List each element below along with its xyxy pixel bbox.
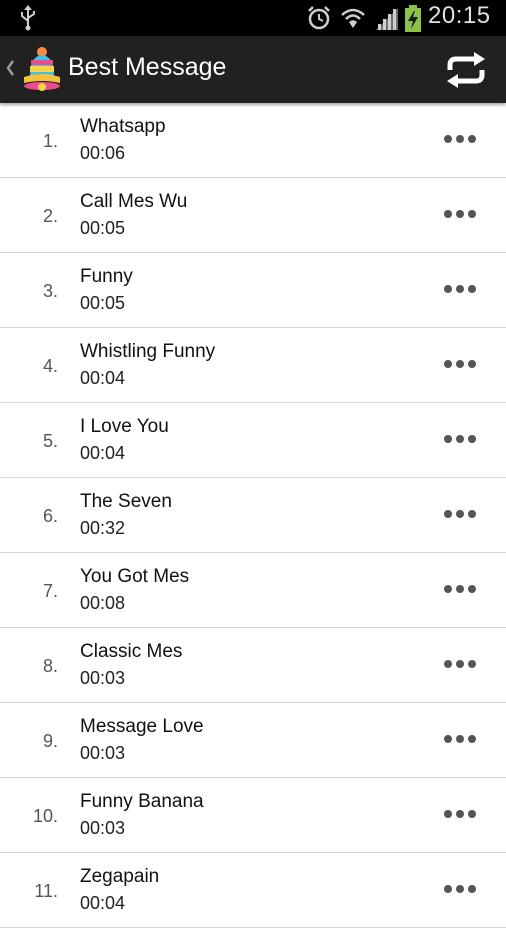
- ringtone-name: Classic Mes: [80, 641, 183, 662]
- wifi-icon: [340, 5, 366, 36]
- more-options-icon[interactable]: [440, 502, 480, 526]
- action-bar: Best Message: [0, 36, 506, 103]
- usb-icon: [18, 5, 38, 36]
- ringtone-name: You Got Mes: [80, 566, 190, 587]
- ringtone-name: Funny: [80, 266, 133, 287]
- signal-icon: [374, 6, 400, 35]
- item-number: 6.: [42, 506, 58, 526]
- ringtone-name: The Seven: [80, 491, 172, 512]
- more-options-icon[interactable]: [440, 727, 480, 751]
- ringtone-duration: 00:03: [80, 743, 126, 763]
- list-item[interactable]: 11. Zegapain 00:04: [0, 853, 506, 928]
- item-number: 4.: [42, 356, 58, 376]
- ringtone-list: 1. Whatsapp 00:06 2. Call Mes Wu 00:05 3. Funny…: [0, 103, 506, 928]
- ringtone-duration: 00:03: [80, 668, 126, 688]
- list-item[interactable]: 9. Message Love 00:03: [0, 703, 506, 778]
- ringtone-duration: 00:04: [80, 368, 126, 388]
- ringtone-duration: 00:04: [80, 893, 126, 913]
- ringtone-name: Funny Banana: [80, 791, 204, 812]
- more-options-icon[interactable]: [440, 577, 480, 601]
- status-bar: 20:15: [0, 0, 506, 36]
- more-options-icon[interactable]: [440, 802, 480, 826]
- ringtone-name: Call Mes Wu: [80, 191, 188, 212]
- app-title: Best Message: [68, 53, 227, 81]
- more-options-icon[interactable]: [440, 277, 480, 301]
- ringtone-duration: 00:03: [80, 818, 126, 838]
- list-item[interactable]: 5. I Love You 00:04: [0, 403, 506, 478]
- item-number: 10.: [32, 806, 58, 826]
- ringtone-name: Zegapain: [80, 866, 160, 887]
- list-item[interactable]: 8. Classic Mes 00:03: [0, 628, 506, 703]
- ringtone-duration: 00:06: [80, 143, 126, 163]
- refresh-icon[interactable]: [444, 50, 488, 95]
- list-item[interactable]: 2. Call Mes Wu 00:05: [0, 178, 506, 253]
- more-options-icon[interactable]: [440, 877, 480, 901]
- item-number: 8.: [42, 656, 58, 676]
- item-number: 7.: [42, 581, 58, 601]
- bell-icon[interactable]: [20, 46, 64, 97]
- clock: 20:15: [428, 2, 491, 29]
- up-caret-icon[interactable]: [5, 58, 15, 82]
- ringtone-duration: 00:05: [80, 293, 126, 313]
- list-item[interactable]: 4. Whistling Funny 00:04: [0, 328, 506, 403]
- list-item[interactable]: 7. You Got Mes 00:08: [0, 553, 506, 628]
- ringtone-name: Whatsapp: [80, 116, 166, 137]
- item-number: 3.: [42, 281, 58, 301]
- list-item[interactable]: 3. Funny 00:05: [0, 253, 506, 328]
- item-number: 9.: [42, 731, 58, 751]
- more-options-icon[interactable]: [440, 427, 480, 451]
- item-number: 1.: [42, 131, 58, 151]
- ringtone-duration: 00:04: [80, 443, 126, 463]
- list-item[interactable]: 10. Funny Banana 00:03: [0, 778, 506, 853]
- more-options-icon[interactable]: [440, 202, 480, 226]
- ringtone-name: I Love You: [80, 416, 169, 437]
- battery-charging-icon: [404, 5, 422, 38]
- ringtone-name: Whistling Funny: [80, 341, 216, 362]
- ringtone-duration: 00:32: [80, 518, 126, 538]
- ringtone-duration: 00:08: [80, 593, 126, 613]
- more-options-icon[interactable]: [440, 127, 480, 151]
- more-options-icon[interactable]: [440, 352, 480, 376]
- ringtone-duration: 00:05: [80, 218, 126, 238]
- alarm-icon: [306, 5, 332, 36]
- ringtone-name: Message Love: [80, 716, 204, 737]
- item-number: 2.: [42, 206, 58, 226]
- item-number: 11.: [34, 881, 58, 901]
- list-item[interactable]: 6. The Seven 00:32: [0, 478, 506, 553]
- more-options-icon[interactable]: [440, 652, 480, 676]
- item-number: 5.: [42, 431, 58, 451]
- list-item[interactable]: 1. Whatsapp 00:06: [0, 103, 506, 178]
